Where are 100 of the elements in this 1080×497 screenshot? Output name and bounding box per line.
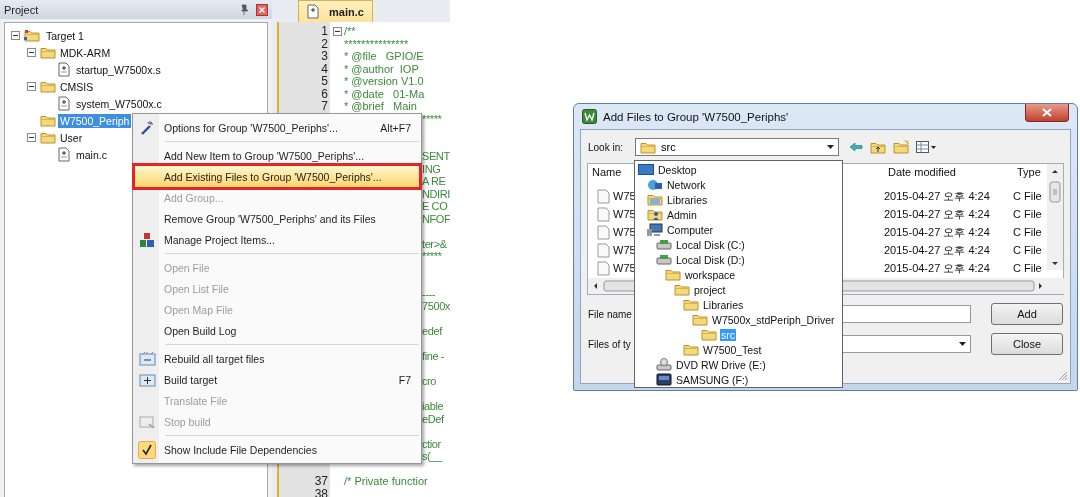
file-icon xyxy=(597,206,610,222)
menu-item[interactable]: Rebuild all target files xyxy=(135,348,419,369)
tree-item[interactable]: system_W7500x.c xyxy=(74,96,164,111)
line-number: 6 xyxy=(320,87,329,100)
code-line: NDIRI xyxy=(422,187,450,200)
code-line: * @file GPIO/E xyxy=(344,50,424,63)
code-line: NFOF xyxy=(422,212,450,225)
folder-icon xyxy=(40,80,56,93)
libraries-icon xyxy=(647,193,663,206)
collapse-icon[interactable] xyxy=(332,26,342,36)
menu-item[interactable]: Manage Project Items... xyxy=(135,229,419,250)
line-number: 5 xyxy=(320,75,329,88)
tree-item[interactable]: main.c xyxy=(74,147,109,162)
field-label: Files of ty xyxy=(587,338,632,350)
folder-icon xyxy=(40,46,56,59)
close-icon[interactable] xyxy=(256,3,268,16)
code-line: ---- xyxy=(422,287,436,300)
editor-tab[interactable]: main.c xyxy=(298,0,373,22)
file-icon xyxy=(597,242,610,258)
collapse-icon[interactable] xyxy=(27,48,36,57)
dropdown-item[interactable]: Desktop xyxy=(657,163,698,176)
code-line: E CO xyxy=(422,200,448,213)
table-cell-text: 2015-04-27 오후 4:24 xyxy=(884,224,991,240)
folder-icon xyxy=(40,114,56,127)
up-folder-icon[interactable] xyxy=(870,140,886,154)
dvd-drive-icon xyxy=(656,358,672,371)
menu-item[interactable]: Build target F7 xyxy=(135,369,419,390)
dropdown-item[interactable]: W7500_Test xyxy=(702,343,763,356)
computer-icon xyxy=(647,223,663,236)
back-icon[interactable] xyxy=(849,142,863,152)
code-line: ING xyxy=(422,162,441,175)
code-line: * @version V1.0 xyxy=(344,75,424,88)
dropdown-item[interactable]: project xyxy=(693,283,727,296)
column-header[interactable]: Date modified xyxy=(884,166,1013,179)
line-number: 4 xyxy=(320,62,329,75)
menu-item[interactable]: Open Build Log xyxy=(135,320,419,341)
code-line: s(__ xyxy=(422,450,442,463)
table-cell-text: 2015-04-27 오후 4:24 xyxy=(884,188,991,204)
dropdown-item[interactable]: DVD RW Drive (E:) xyxy=(675,358,767,371)
target-icon xyxy=(24,28,42,43)
code-line: eDef xyxy=(422,412,444,425)
field-label: Look in: xyxy=(587,141,625,153)
file-icon xyxy=(597,224,610,240)
folder-icon xyxy=(683,298,699,311)
line-number: 2 xyxy=(320,37,329,50)
line-number: 37 xyxy=(313,475,329,488)
table-cell-text: C File xyxy=(1013,244,1043,256)
close-icon xyxy=(1042,108,1052,117)
code-line: * @author IOP xyxy=(344,62,419,75)
line-number: 1 xyxy=(320,25,329,38)
file-icon xyxy=(305,4,321,19)
code-line: ***** xyxy=(422,250,442,263)
menu-item[interactable]: Add New Item to Group 'W7500_Periphs'... xyxy=(135,145,419,166)
column-header[interactable]: Type xyxy=(1013,166,1048,179)
menu-item[interactable]: Show Include File Dependencies xyxy=(135,439,419,460)
wand-icon xyxy=(139,119,155,136)
dropdown-item[interactable]: workspace xyxy=(684,268,737,281)
collapse-icon[interactable] xyxy=(27,82,36,91)
collapse-icon[interactable] xyxy=(27,133,36,142)
folder-icon xyxy=(683,343,699,356)
code-line: ***** xyxy=(422,112,442,125)
blocks-icon xyxy=(139,231,155,248)
tree-item[interactable]: MDK-ARM xyxy=(58,45,113,60)
code-line: edef xyxy=(422,325,442,338)
pin-icon[interactable] xyxy=(240,4,248,15)
build-icon xyxy=(138,372,156,387)
tree-item[interactable]: startup_W7500x.s xyxy=(74,62,163,77)
close-button[interactable] xyxy=(1025,104,1069,122)
code-line: * @date 01-Ma xyxy=(344,87,425,100)
close-button[interactable]: Close xyxy=(991,333,1063,355)
tree-item[interactable]: Target 1 xyxy=(44,28,86,43)
tree-item[interactable]: CMSIS xyxy=(58,79,96,94)
dropdown-item[interactable]: Computer xyxy=(666,223,715,236)
dropdown-item[interactable]: Admin xyxy=(666,208,698,221)
code-line: iable xyxy=(422,400,444,413)
drive-icon xyxy=(656,253,672,266)
build-icon xyxy=(138,414,156,429)
dropdown-item[interactable]: Libraries xyxy=(666,193,709,206)
dropdown-item[interactable]: Libraries xyxy=(702,298,745,311)
folder-icon xyxy=(701,328,717,341)
dropdown-item[interactable]: Network xyxy=(666,178,707,191)
dropdown-item[interactable]: W7500x_stdPeriph_Driver xyxy=(711,313,836,326)
dropdown-item[interactable]: SAMSUNG (F:) xyxy=(675,373,750,386)
menu-item[interactable]: Add Existing Files to Group 'W7500_Periphs'... xyxy=(135,166,419,187)
table-cell-text: 2015-04-27 오후 4:24 xyxy=(884,206,991,222)
table-cell-text: C File xyxy=(1013,226,1043,238)
dropdown-item[interactable]: Local Disk (C:) xyxy=(675,238,746,251)
dropdown-item[interactable]: Local Disk (D:) xyxy=(675,253,746,266)
menu-item[interactable]: Options for Group 'W7500_Periphs'... Alt+F7 xyxy=(135,117,419,138)
view-menu-icon[interactable] xyxy=(916,141,936,153)
menu-item[interactable]: Remove Group 'W7500_Periphs' and its Files xyxy=(135,208,419,229)
table-cell-text: C File xyxy=(1013,262,1043,274)
table-cell-text: 2015-04-27 오후 4:24 xyxy=(884,242,991,258)
code-line: ter>& xyxy=(422,237,447,250)
user-folder-icon xyxy=(647,208,663,221)
tree-item[interactable]: User xyxy=(58,130,85,145)
table-cell-text: 2015-04-27 오후 4:24 xyxy=(884,260,991,276)
look-in-dropdown[interactable]: src xyxy=(635,138,839,156)
collapse-icon[interactable] xyxy=(11,31,20,40)
add-button[interactable]: Add xyxy=(991,303,1063,325)
